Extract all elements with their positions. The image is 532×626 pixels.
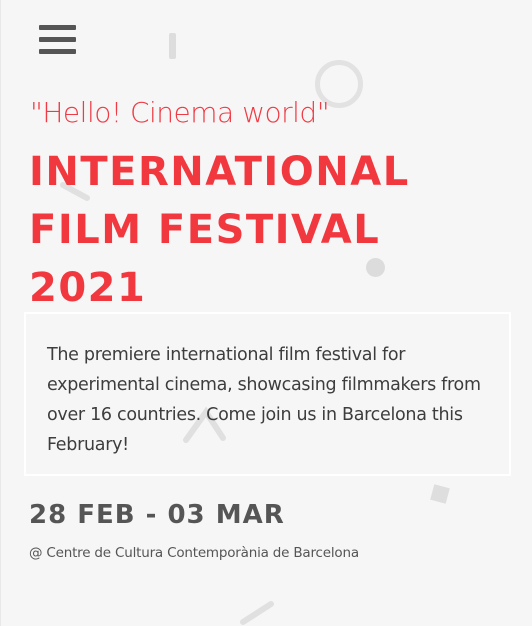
decorative-square-shape [430,484,450,504]
menu-line [39,37,76,42]
festival-title: INTERNATIONAL FILM FESTIVAL 2021 [29,143,410,317]
hero-tagline: "Hello! Cinema world" [30,96,330,129]
decorative-bar-shape [169,33,176,59]
menu-line [39,49,76,54]
title-line-3: 2021 [29,265,147,311]
festival-dates: 28 FEB - 03 MAR [29,500,285,530]
festival-venue: @ Centre de Cultura Contemporània de Bar… [29,545,359,561]
decorative-dash-shape-bottom [240,601,274,625]
festival-description: The premiere international film festival… [47,345,481,455]
hamburger-menu-icon[interactable] [39,22,77,56]
menu-line [39,25,76,30]
page: "Hello! Cinema world" INTERNATIONAL FILM… [0,0,532,626]
title-line-2: FILM FESTIVAL [29,207,381,253]
title-line-1: INTERNATIONAL [29,149,410,195]
description-box: The premiere international film festival… [24,312,511,476]
